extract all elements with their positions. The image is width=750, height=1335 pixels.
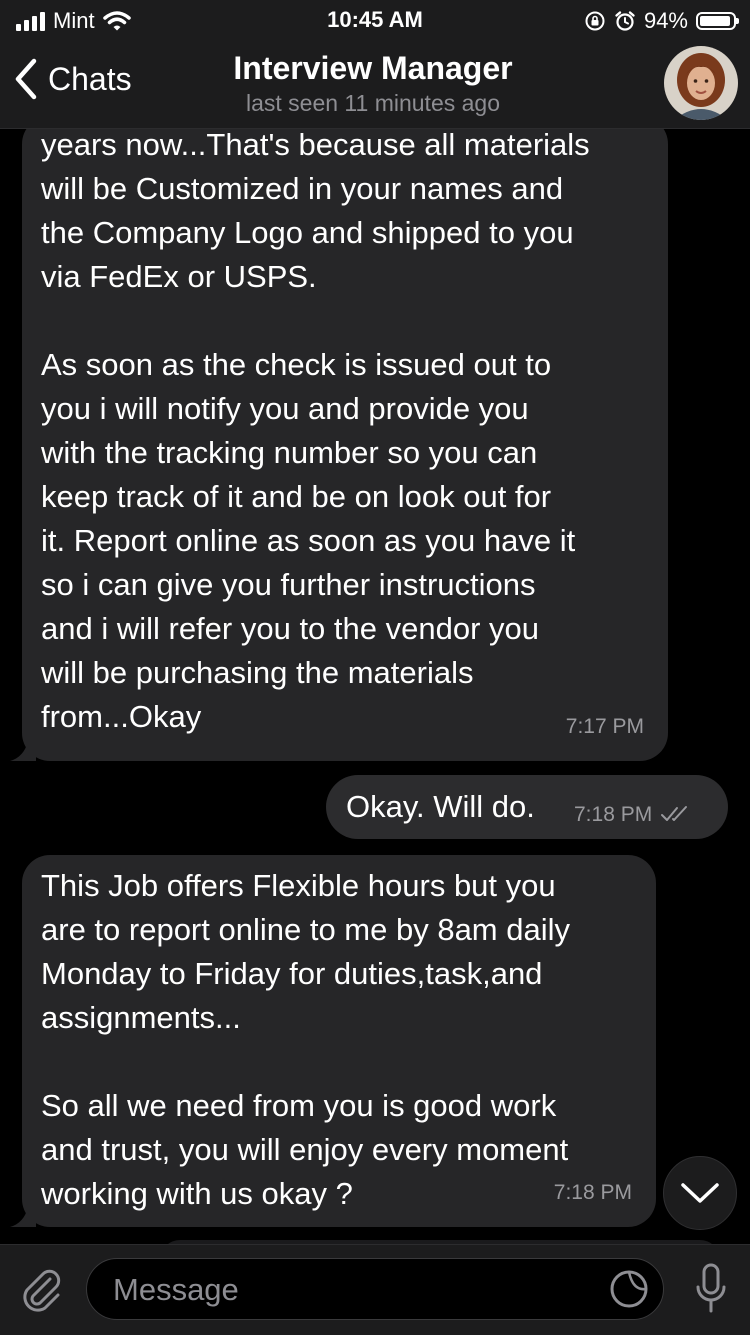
profile-photo <box>664 46 738 120</box>
scroll-down-button[interactable] <box>663 1156 737 1230</box>
outgoing-message[interactable]: Okay. Will do. 7:18 PM <box>326 775 728 839</box>
chat-header: Chats Interview Manager last seen 11 min… <box>0 40 750 129</box>
battery-icon <box>696 12 739 30</box>
orientation-lock-icon <box>585 11 605 31</box>
attach-button[interactable] <box>20 1265 64 1320</box>
battery-percent: 94% <box>643 8 688 33</box>
sticker-icon <box>610 1270 648 1308</box>
chat-title[interactable]: Interview Manager <box>0 50 746 87</box>
message-text: Okay. Will do. <box>346 789 535 824</box>
message-time: 7:17 PM <box>565 715 644 738</box>
paperclip-icon <box>23 1269 61 1312</box>
composer-bar <box>0 1244 750 1335</box>
message-field[interactable] <box>86 1258 664 1321</box>
bubble-tail <box>10 731 36 761</box>
alarm-icon <box>615 11 635 31</box>
message-time: 7:18 PM <box>553 1181 632 1204</box>
chevron-down-icon <box>681 1183 719 1203</box>
sticker-button[interactable] <box>609 1269 649 1314</box>
message-input[interactable] <box>111 1259 595 1321</box>
bubble-tail <box>10 1197 36 1227</box>
last-seen-status: last seen 11 minutes ago <box>245 90 500 116</box>
microphone-button[interactable] <box>696 1263 726 1320</box>
message-text: years now...That's because all materials… <box>41 128 590 734</box>
message-time: 7:18 PM <box>574 803 653 826</box>
avatar[interactable] <box>664 46 738 120</box>
message-list[interactable]: years now...That's because all materials… <box>0 128 750 1244</box>
incoming-message[interactable]: This Job offers Flexible hours but you a… <box>10 855 656 1227</box>
incoming-message[interactable]: years now...That's because all materials… <box>10 128 668 761</box>
message-text: This Job offers Flexible hours but you a… <box>41 868 570 1211</box>
microphone-icon <box>696 1263 726 1313</box>
status-bar: Mint 10:45 AM 94% <box>0 0 750 40</box>
double-check-icon <box>661 806 687 821</box>
